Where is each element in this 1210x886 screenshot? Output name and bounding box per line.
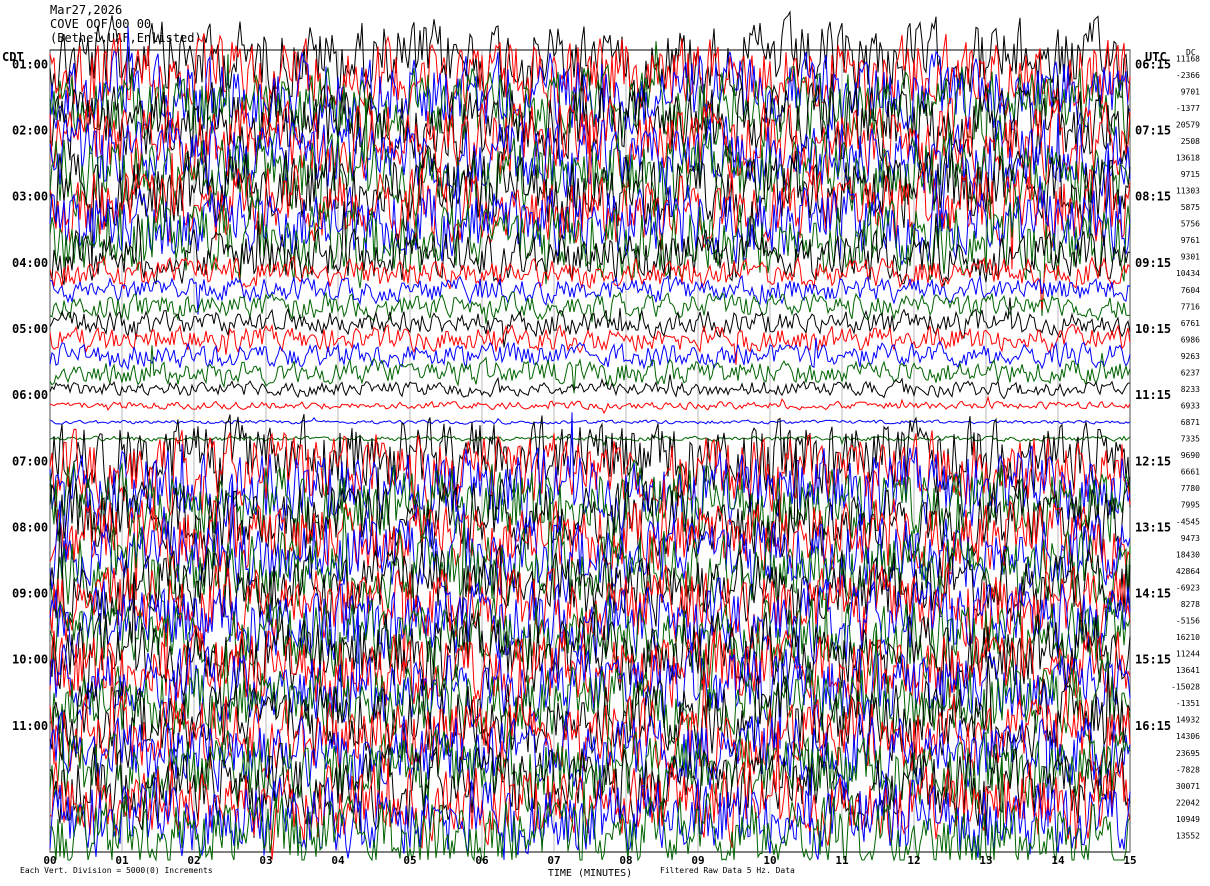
cdt-hour-label: 10:00 xyxy=(12,653,48,667)
dc-offset-label: 16210 xyxy=(1176,633,1200,642)
dc-offset-label: 6761 xyxy=(1181,319,1200,328)
utc-hour-label: 12:15 xyxy=(1135,454,1171,468)
dc-offset-label: 9473 xyxy=(1181,534,1200,543)
utc-hour-label: 07:15 xyxy=(1135,124,1171,138)
utc-hour-label: 08:15 xyxy=(1135,190,1171,204)
dc-offset-label: 9701 xyxy=(1181,87,1200,96)
dc-offset-label: 7716 xyxy=(1181,302,1200,311)
seismic-trace xyxy=(49,773,1131,861)
dc-offset-label: 7995 xyxy=(1181,501,1200,510)
dc-offset-label: -4545 xyxy=(1176,517,1200,526)
x-tick-label: 05 xyxy=(403,854,416,867)
utc-hour-label: 06:15 xyxy=(1135,57,1171,71)
x-tick-label: 15 xyxy=(1123,854,1136,867)
dc-offset-label: -2366 xyxy=(1176,71,1200,80)
dc-offset-label: 7780 xyxy=(1181,484,1200,493)
dc-offset-label: 13618 xyxy=(1176,153,1200,162)
utc-hour-label: 16:15 xyxy=(1135,719,1171,733)
dc-offset-label: 6871 xyxy=(1181,418,1200,427)
seismic-trace xyxy=(49,395,1131,415)
dc-offset-label: 30071 xyxy=(1176,782,1200,791)
seismic-trace xyxy=(49,323,1131,366)
seismic-trace xyxy=(50,417,1131,425)
helicorder-plot: 11168-23669701-1377205792508136189715113… xyxy=(12,10,1200,879)
cdt-hour-label: 11:00 xyxy=(12,719,48,733)
utc-hour-label: 15:15 xyxy=(1135,653,1171,667)
dc-offset-label: 20579 xyxy=(1176,120,1200,129)
dc-offset-label: 13641 xyxy=(1176,666,1200,675)
dc-offset-label: 5875 xyxy=(1181,203,1200,212)
dc-offset-label: 18430 xyxy=(1176,550,1200,559)
cdt-hour-label: 08:00 xyxy=(12,520,48,534)
footer-left-note: Each Vert. Division = 5000(0) Increments xyxy=(20,866,213,875)
dc-offset-label: -7828 xyxy=(1176,765,1200,774)
dc-offset-label: 9301 xyxy=(1181,253,1200,262)
dc-offset-label: 23695 xyxy=(1176,749,1200,758)
dc-offset-label: 2508 xyxy=(1181,137,1200,146)
cdt-hour-label: 03:00 xyxy=(12,190,48,204)
seismic-trace xyxy=(49,291,1131,324)
dc-offset-label: 14932 xyxy=(1176,716,1200,725)
dc-offset-label: 7335 xyxy=(1181,435,1200,444)
dc-offset-label: 9715 xyxy=(1181,170,1200,179)
dc-offset-label: 6661 xyxy=(1181,468,1200,477)
cdt-hour-label: 07:00 xyxy=(12,454,48,468)
cdt-hour-label: 02:00 xyxy=(12,124,48,138)
dc-offset-label: -1377 xyxy=(1176,104,1200,113)
x-tick-label: 08 xyxy=(619,854,632,867)
dc-offset-label: 7604 xyxy=(1181,286,1200,295)
x-tick-label: 06 xyxy=(475,854,489,867)
dc-offset-label: 6986 xyxy=(1181,335,1200,344)
dc-offset-label: -5156 xyxy=(1176,616,1200,625)
x-tick-label: 04 xyxy=(331,854,345,867)
utc-hour-label: 09:15 xyxy=(1135,256,1171,270)
dc-offset-label: 22042 xyxy=(1176,798,1200,807)
dc-offset-label: 8278 xyxy=(1181,600,1200,609)
cdt-hour-label: 05:00 xyxy=(12,322,48,336)
cdt-hour-label: 01:00 xyxy=(12,57,48,71)
utc-hour-label: 14:15 xyxy=(1135,587,1171,601)
dc-offset-label: 6237 xyxy=(1181,368,1200,377)
dc-offset-label: 11244 xyxy=(1176,650,1200,659)
x-tick-label: 13 xyxy=(979,854,992,867)
dc-offset-label: 5756 xyxy=(1181,220,1200,229)
dc-offset-label: 9263 xyxy=(1181,352,1200,361)
dc-offset-label: 13552 xyxy=(1176,831,1200,840)
dc-offset-label: 9690 xyxy=(1181,451,1200,460)
dc-offset-label: 8233 xyxy=(1181,385,1200,394)
cdt-hour-label: 04:00 xyxy=(12,256,48,270)
utc-hour-label: 11:15 xyxy=(1135,388,1171,402)
utc-hour-label: 10:15 xyxy=(1135,322,1171,336)
dc-offset-label: 6933 xyxy=(1181,402,1200,411)
dc-offset-label: 9761 xyxy=(1181,236,1200,245)
x-tick-label: 03 xyxy=(259,854,272,867)
dc-offset-label: -15028 xyxy=(1171,683,1200,692)
x-tick-label: 12 xyxy=(907,854,920,867)
cdt-hour-label: 06:00 xyxy=(12,388,48,402)
footer-right-note: Filtered Raw Data 5 Hz. Data xyxy=(660,866,795,875)
seismic-trace xyxy=(49,374,1131,400)
x-tick-label: 11 xyxy=(835,854,849,867)
dc-offset-label: 11303 xyxy=(1176,187,1200,196)
x-tick-label: 14 xyxy=(1051,854,1065,867)
dc-offset-label: 11168 xyxy=(1176,54,1200,63)
dc-offset-label: -1351 xyxy=(1176,699,1200,708)
dc-offset-label: 10949 xyxy=(1176,815,1200,824)
x-axis-title: TIME (MINUTES) xyxy=(548,868,632,879)
cdt-hour-label: 09:00 xyxy=(12,587,48,601)
dc-offset-label: 10434 xyxy=(1176,269,1200,278)
dc-offset-label: -6923 xyxy=(1176,583,1200,592)
dc-offset-label: 42864 xyxy=(1176,567,1200,576)
x-tick-label: 07 xyxy=(547,854,560,867)
utc-hour-label: 13:15 xyxy=(1135,520,1171,534)
dc-offset-label: 14306 xyxy=(1176,732,1200,741)
